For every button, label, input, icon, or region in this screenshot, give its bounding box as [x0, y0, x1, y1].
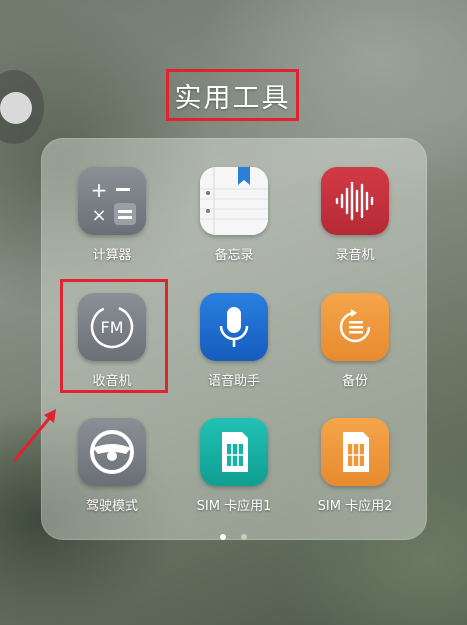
calculator-icon: + ×	[78, 167, 146, 235]
microphone-icon	[200, 293, 268, 361]
app-backup[interactable]: 备份	[295, 293, 415, 389]
app-calculator[interactable]: + × 计算器	[52, 167, 172, 263]
page-dot-inactive[interactable]	[241, 534, 248, 540]
app-recorder[interactable]: 录音机	[295, 167, 415, 263]
annotation-arrow-icon	[12, 409, 56, 462]
backup-icon	[321, 293, 389, 361]
app-label: 录音机	[335, 248, 375, 263]
app-label: 备份	[341, 374, 368, 389]
folder-title-annotation: 实用工具	[166, 69, 299, 121]
app-sim-card-1[interactable]: SIM 卡应用1	[174, 418, 294, 514]
steering-wheel-icon	[78, 418, 146, 486]
app-label: SIM 卡应用1	[196, 499, 272, 514]
page-dot-active[interactable]	[219, 534, 226, 540]
annotation-highlight-box	[60, 279, 168, 393]
app-label: 驾驶模式	[85, 499, 138, 514]
sim-card-icon	[200, 418, 268, 486]
app-driving-mode[interactable]: 驾驶模式	[52, 418, 172, 514]
assistive-touch-knob	[0, 92, 32, 124]
app-label: SIM 卡应用2	[317, 499, 393, 514]
assistive-touch-ball[interactable]	[0, 70, 44, 144]
app-label: 备忘录	[214, 248, 254, 263]
app-label: 计算器	[92, 248, 132, 263]
app-sim-card-2[interactable]: SIM 卡应用2	[295, 418, 415, 514]
svg-text:×: ×	[91, 205, 106, 226]
app-notepad[interactable]: 备忘录	[174, 167, 294, 263]
recorder-icon	[321, 167, 389, 235]
sim-card-icon	[321, 418, 389, 486]
app-label: 语音助手	[207, 374, 260, 389]
app-voice-assistant[interactable]: 语音助手	[174, 293, 294, 389]
folder-title[interactable]: 实用工具	[175, 76, 291, 115]
page-indicator	[0, 525, 467, 544]
notepad-icon	[200, 167, 268, 235]
svg-text:+: +	[91, 178, 108, 202]
